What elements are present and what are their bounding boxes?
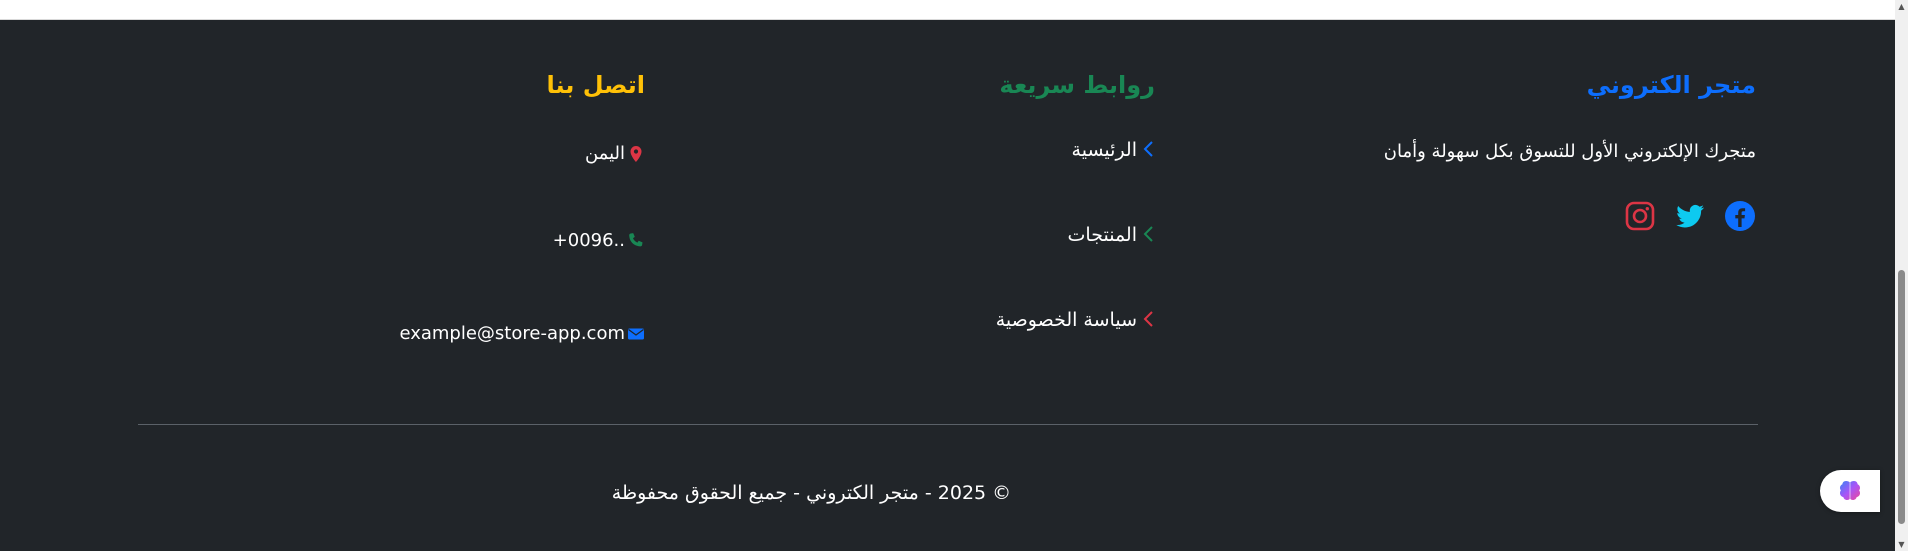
copyright: © 2025 - متجر الكتروني - جميع الحقوق محف… [0,482,1895,504]
quick-link-label: المنتجات [1067,224,1137,246]
contact-email: example@store-app.com [285,323,645,344]
quick-links-list: الرئيسية المنتجات سياسة الخصوصية [795,139,1155,394]
contact-location: اليمن [285,143,645,164]
envelope-icon [628,328,644,339]
footer-brand-column: متجر الكتروني متجرك الإلكتروني الأول للت… [1336,71,1756,232]
quick-link-home[interactable]: الرئيسية [795,139,1155,224]
instagram-link[interactable] [1624,200,1656,232]
chevron-left-icon [1143,311,1153,327]
contact-phone-text: +0096.. [552,230,625,251]
social-links [1336,200,1756,232]
quick-links-title: روابط سريعة [999,71,1155,99]
quick-link-products[interactable]: المنتجات [795,224,1155,309]
contact-email-text[interactable]: example@store-app.com [399,323,625,344]
footer-divider [138,424,1758,425]
brand-description: متجرك الإلكتروني الأول للتسوق بكل سهولة … [1383,141,1756,162]
page-scrollbar[interactable]: ▲ ▼ [1895,0,1908,551]
footer-contact-column: اتصل بنا اليمن +0096.. example@store-app… [285,71,645,344]
twitter-icon [1676,204,1704,228]
brain-icon [1840,481,1860,500]
scroll-down-arrow[interactable]: ▼ [1897,540,1906,549]
chevron-left-icon [1143,141,1153,157]
page-top-edge [0,0,1895,20]
chevron-left-icon [1143,226,1153,242]
scrollbar-thumb[interactable] [1898,270,1905,524]
assistant-widget-button[interactable] [1820,470,1880,512]
twitter-link[interactable] [1674,200,1706,232]
quick-link-label: سياسة الخصوصية [995,309,1137,331]
quick-link-privacy[interactable]: سياسة الخصوصية [795,309,1155,394]
copyright-text: © 2025 - متجر الكتروني - جميع الحقوق محف… [611,482,1012,504]
brand-title: متجر الكتروني [1586,71,1756,99]
instagram-icon [1625,201,1655,231]
site-footer: متجر الكتروني متجرك الإلكتروني الأول للت… [0,20,1895,551]
facebook-link[interactable] [1724,200,1756,232]
quick-link-label: الرئيسية [1071,139,1137,161]
location-pin-icon [630,145,642,162]
scroll-up-arrow[interactable]: ▲ [1897,2,1906,11]
contact-location-text: اليمن [584,143,625,164]
footer-links-column: روابط سريعة الرئيسية المنتجات سياسة الخص… [795,71,1155,394]
contact-phone: +0096.. [285,230,645,251]
contact-title: اتصل بنا [546,71,645,99]
phone-icon [629,232,643,246]
facebook-icon [1725,201,1755,231]
